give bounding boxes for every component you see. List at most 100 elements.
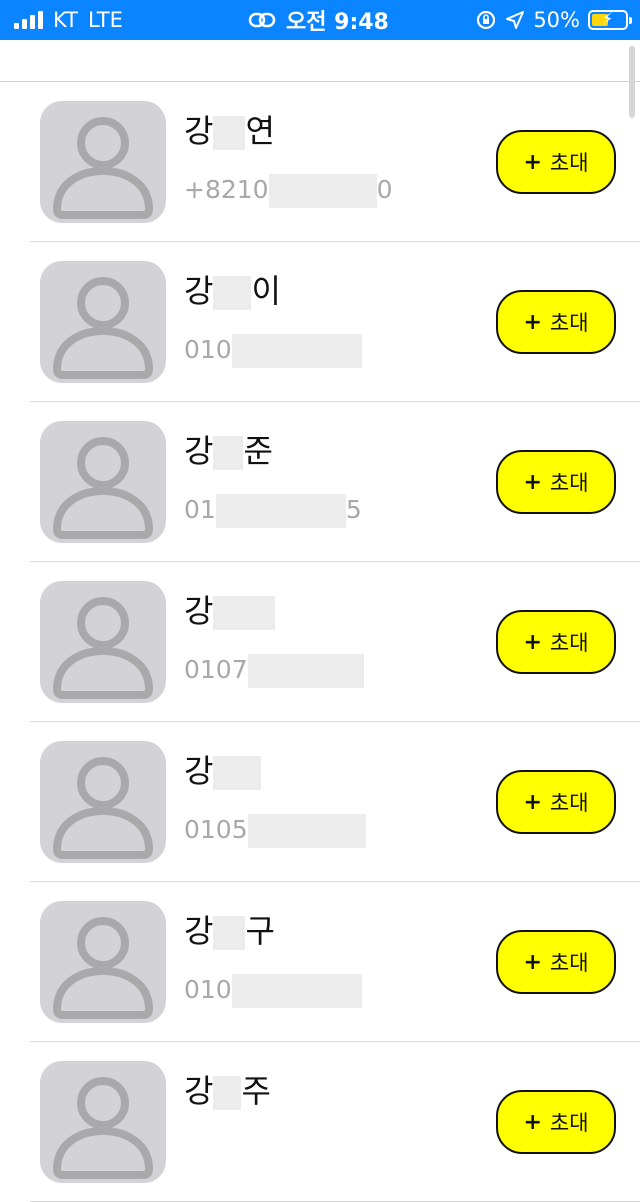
contact-phone-start: +8210 xyxy=(184,175,269,204)
person-placeholder-icon xyxy=(53,757,153,859)
status-right: 50% ⚡ xyxy=(475,0,632,40)
name-redaction xyxy=(213,916,246,950)
avatar xyxy=(40,101,166,223)
avatar xyxy=(40,421,166,543)
phone-redaction xyxy=(247,814,366,848)
invite-button-label: 초대 xyxy=(549,471,589,495)
contact-name-first: 강 xyxy=(184,1072,214,1110)
invite-button[interactable]: + 초대 xyxy=(496,290,616,354)
status-bar: KT LTE 오전 9:48 50% ⚡ xyxy=(0,0,640,40)
invite-button[interactable]: + 초대 xyxy=(496,930,616,994)
contact-phone-start: 0105 xyxy=(184,815,248,844)
contact-name-last: 이 xyxy=(251,272,281,310)
contact-row[interactable]: 강이 010 + 초대 xyxy=(0,242,640,402)
contact-phone-start: 010 xyxy=(184,975,232,1004)
person-placeholder-icon xyxy=(53,1077,153,1179)
contact-row[interactable]: 강주 + 초대 xyxy=(0,1042,640,1202)
plus-icon: + xyxy=(523,629,542,655)
plus-icon: + xyxy=(523,149,542,175)
contact-row[interactable]: 강연 +8210 0 + 초대 xyxy=(0,82,640,242)
contact-row[interactable]: 강준 01 5 + 초대 xyxy=(0,402,640,562)
contact-row[interactable]: 강구 010 + 초대 xyxy=(0,882,640,1042)
invite-button[interactable]: + 초대 xyxy=(496,770,616,834)
name-redaction xyxy=(213,276,252,310)
invite-button-label: 초대 xyxy=(549,791,589,815)
avatar xyxy=(40,741,166,863)
phone-redaction xyxy=(268,174,377,208)
contact-name: 강연 xyxy=(184,106,275,152)
clock: 오전 9:48 xyxy=(286,10,389,35)
contact-name: 강구 xyxy=(184,906,275,952)
contact-phone: 0105 xyxy=(184,814,366,848)
contact-phone-end: 0 xyxy=(376,175,393,204)
person-placeholder-icon xyxy=(53,597,153,699)
contact-row[interactable]: 강 0105 + 초대 xyxy=(0,722,640,882)
contact-name-first: 강 xyxy=(184,752,214,790)
contact-phone-start: 01 xyxy=(184,495,216,524)
contact-name-last: 연 xyxy=(245,112,275,150)
avatar xyxy=(40,901,166,1023)
name-redaction xyxy=(213,116,246,150)
person-placeholder-icon xyxy=(53,917,153,1019)
person-placeholder-icon xyxy=(53,277,153,379)
phone-redaction xyxy=(231,974,362,1008)
status-left: KT LTE xyxy=(14,0,123,40)
contact-phone: 0107 xyxy=(184,654,364,688)
plus-icon: + xyxy=(523,949,542,975)
invite-button[interactable]: + 초대 xyxy=(496,610,616,674)
carrier-label: KT xyxy=(53,8,78,32)
invite-button-label: 초대 xyxy=(549,951,589,975)
name-redaction xyxy=(213,596,276,630)
network-label: LTE xyxy=(87,8,123,32)
rotation-lock-icon xyxy=(477,10,496,30)
contact-phone-end: 5 xyxy=(345,495,362,524)
name-redaction xyxy=(213,756,262,790)
avatar xyxy=(40,581,166,703)
contact-phone-start: 0107 xyxy=(184,655,248,684)
contact-row[interactable]: 강 0107 + 초대 xyxy=(0,562,640,722)
contact-name: 강주 xyxy=(184,1066,271,1112)
avatar xyxy=(40,261,166,383)
contact-name-last: 준 xyxy=(243,432,273,470)
contact-name-first: 강 xyxy=(184,112,214,150)
invite-button-label: 초대 xyxy=(549,1111,589,1135)
plus-icon: + xyxy=(523,789,542,815)
charging-bolt-icon: ⚡ xyxy=(602,9,614,28)
phone-redaction xyxy=(231,334,362,368)
contact-list: 강연 +8210 0 + 초대 강이 010 + 초대 강 준 01 5 + 초… xyxy=(0,82,640,1202)
plus-icon: + xyxy=(523,1109,542,1135)
contact-name: 강 xyxy=(184,746,262,792)
contact-name: 강이 xyxy=(184,266,281,312)
contact-phone: 01 5 xyxy=(184,494,362,528)
contact-name: 강준 xyxy=(184,426,273,472)
contact-phone: 010 xyxy=(184,974,362,1008)
plus-icon: + xyxy=(523,469,542,495)
phone-redaction xyxy=(215,494,346,528)
signal-strength-icon xyxy=(14,11,43,29)
battery-percent: 50% xyxy=(533,8,580,32)
link-icon xyxy=(248,12,276,28)
invite-button[interactable]: + 초대 xyxy=(496,450,616,514)
avatar xyxy=(40,1061,166,1183)
person-placeholder-icon xyxy=(53,437,153,539)
invite-button[interactable]: + 초대 xyxy=(496,1090,616,1154)
contact-name-first: 강 xyxy=(184,912,214,950)
contact-name-first: 강 xyxy=(184,432,214,470)
invite-button-label: 초대 xyxy=(549,311,589,335)
contact-name-last: 구 xyxy=(245,912,275,950)
invite-button[interactable]: + 초대 xyxy=(496,130,616,194)
name-redaction xyxy=(213,436,244,470)
contact-name-first: 강 xyxy=(184,272,214,310)
contact-name-first: 강 xyxy=(184,592,214,630)
header-area xyxy=(0,40,640,82)
status-center: 오전 9:48 xyxy=(248,0,389,40)
person-placeholder-icon xyxy=(53,117,153,219)
contact-phone: +8210 0 xyxy=(184,174,392,208)
contact-name-last: 주 xyxy=(241,1072,271,1110)
invite-button-label: 초대 xyxy=(549,151,589,175)
invite-button-label: 초대 xyxy=(549,631,589,655)
plus-icon: + xyxy=(523,309,542,335)
contact-phone-start: 010 xyxy=(184,335,232,364)
battery-icon: ⚡ xyxy=(588,9,632,30)
location-arrow-icon xyxy=(506,11,525,29)
